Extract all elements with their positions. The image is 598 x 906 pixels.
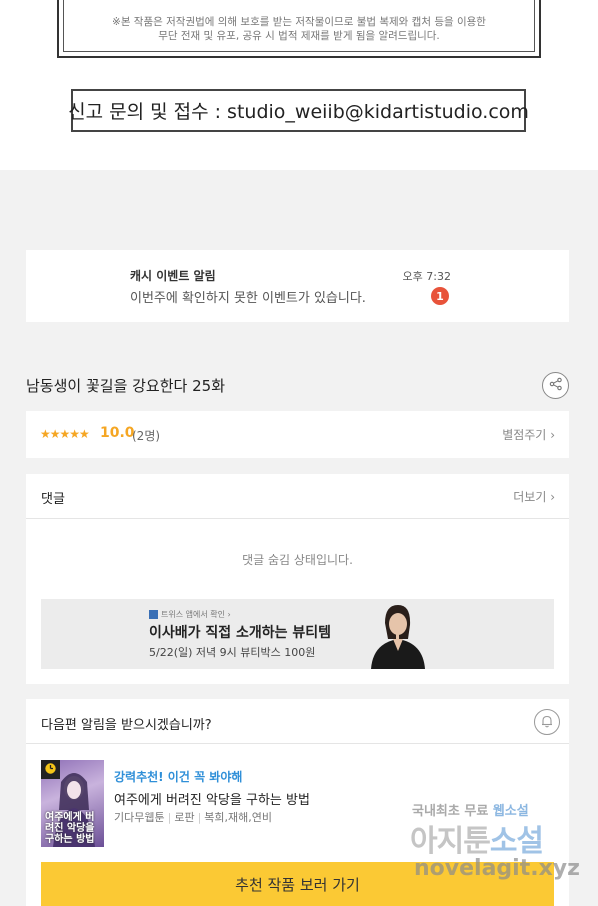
comment-card: 댓글 더보기 › 댓글 숨김 상태입니다. 트위스 앱에서 확인 › 이사배가 … [26, 474, 569, 684]
report-contact-box: 신고 문의 및 접수 : studio_weiib@kidartistudio.… [68, 89, 529, 132]
watermark-domain: novelagit.xyz [414, 856, 580, 881]
watermark-brand-accent: 소설 [489, 824, 544, 859]
ad-model-image [363, 599, 433, 669]
cash-event-time: 오후 7:32 [402, 270, 451, 283]
comment-more-label: 더보기 [513, 490, 547, 504]
bell-icon [540, 713, 554, 732]
watermark-brand: 아지툰소설 [410, 816, 544, 860]
site-watermark: 국내최초 무료 웹소설 아지툰소설 novelagit.xyz [408, 800, 580, 885]
cash-event-title: 캐시 이벤트 알림 [130, 269, 216, 283]
comment-hidden-message: 댓글 숨김 상태입니다. [242, 553, 353, 567]
copyright-notice-inner: ※본 작품은 저작권법에 의해 보호를 받는 저작물이므로 불법 복제와 캡처 … [63, 0, 535, 52]
recommended-work-title[interactable]: 여주에게 버려진 악당을 구하는 방법 [114, 789, 310, 808]
notification-bell-button[interactable] [534, 709, 560, 735]
tag-item: 로판 [174, 811, 195, 824]
recommended-work-tags: 기다무웹툰 | 로판 | 복희,재해,연비 [114, 809, 272, 825]
cash-event-count-badge: 1 [431, 287, 449, 305]
ad-banner[interactable]: 트위스 앱에서 확인 › 이사배가 직접 소개하는 뷰티템 5/22(일) 저녁… [41, 599, 554, 669]
watermark-brand-prefix: 아지툰 [410, 824, 491, 859]
tag-separator: | [197, 811, 202, 824]
copyright-notice-line1: ※본 작품은 저작권법에 의해 보호를 받는 저작물이므로 불법 복제와 캡처 … [112, 16, 486, 28]
comment-title: 댓글 [41, 492, 65, 507]
recommendation-label: 강력추천! 이건 꼭 봐야해 [114, 770, 243, 784]
rate-button-label: 별점주기 [502, 428, 547, 442]
copyright-notice-line2: 무단 전재 및 유포, 공유 시 법적 제재를 받게 됨을 알려드립니다. [158, 30, 440, 42]
rating-card: ★★★★★ 10.0 (2명) 별점주기 › [26, 411, 569, 458]
thumbnail-title-text: 여주에게 버려진 악당을 구하는 방법 [45, 812, 95, 845]
comment-more-button[interactable]: 더보기 › [513, 488, 555, 505]
chevron-right-icon: › [550, 428, 555, 442]
next-episode-header: 다음편 알림을 받으시겠습니까? [26, 699, 569, 744]
share-icon [549, 376, 563, 395]
chevron-right-icon: › [550, 490, 555, 504]
ad-source-label: 트위스 앱에서 확인 › [149, 609, 231, 620]
next-episode-question: 다음편 알림을 받으시겠습니까? [41, 718, 212, 733]
copyright-section: ※본 작품은 저작권법에 의해 보호를 받는 저작물이므로 불법 복제와 캡처 … [0, 0, 598, 170]
tag-separator: | [167, 811, 172, 824]
copyright-notice-text: ※본 작품은 저작권법에 의해 보호를 받는 저작물이므로 불법 복제와 캡처 … [64, 15, 534, 43]
ad-title: 이사배가 직접 소개하는 뷰티템 [149, 625, 332, 641]
cash-event-notification[interactable]: 캐시 이벤트 알림 오후 7:32 이번주에 확인하지 못한 이벤트가 있습니다… [26, 250, 569, 322]
comment-header: 댓글 더보기 › [26, 474, 569, 519]
rating-stars: ★★★★★ [40, 427, 90, 441]
rate-button[interactable]: 별점주기 › [502, 426, 555, 443]
tag-item: 기다무웹툰 [114, 811, 165, 824]
recommended-work-thumbnail[interactable]: 여주에게 버려진 악당을 구하는 방법 [41, 760, 104, 847]
tag-item: 복희,재해,연비 [204, 811, 273, 824]
ad-source-text: 트위스 앱에서 확인 › [161, 610, 231, 619]
episode-title: 남동생이 꽃길을 강요한다 25화 [26, 377, 225, 395]
rating-score: 10.0 [100, 425, 135, 441]
share-button[interactable] [542, 372, 569, 399]
cash-event-description: 이번주에 확인하지 못한 이벤트가 있습니다. [130, 291, 366, 306]
rating-count: (2명) [132, 429, 161, 443]
copyright-notice-box: ※본 작품은 저작권법에 의해 보호를 받는 저작물이므로 불법 복제와 캡처 … [57, 0, 541, 58]
ad-subtitle: 5/22(일) 저녁 9시 뷰티박스 100원 [149, 646, 316, 659]
app-logo-icon [149, 610, 158, 619]
